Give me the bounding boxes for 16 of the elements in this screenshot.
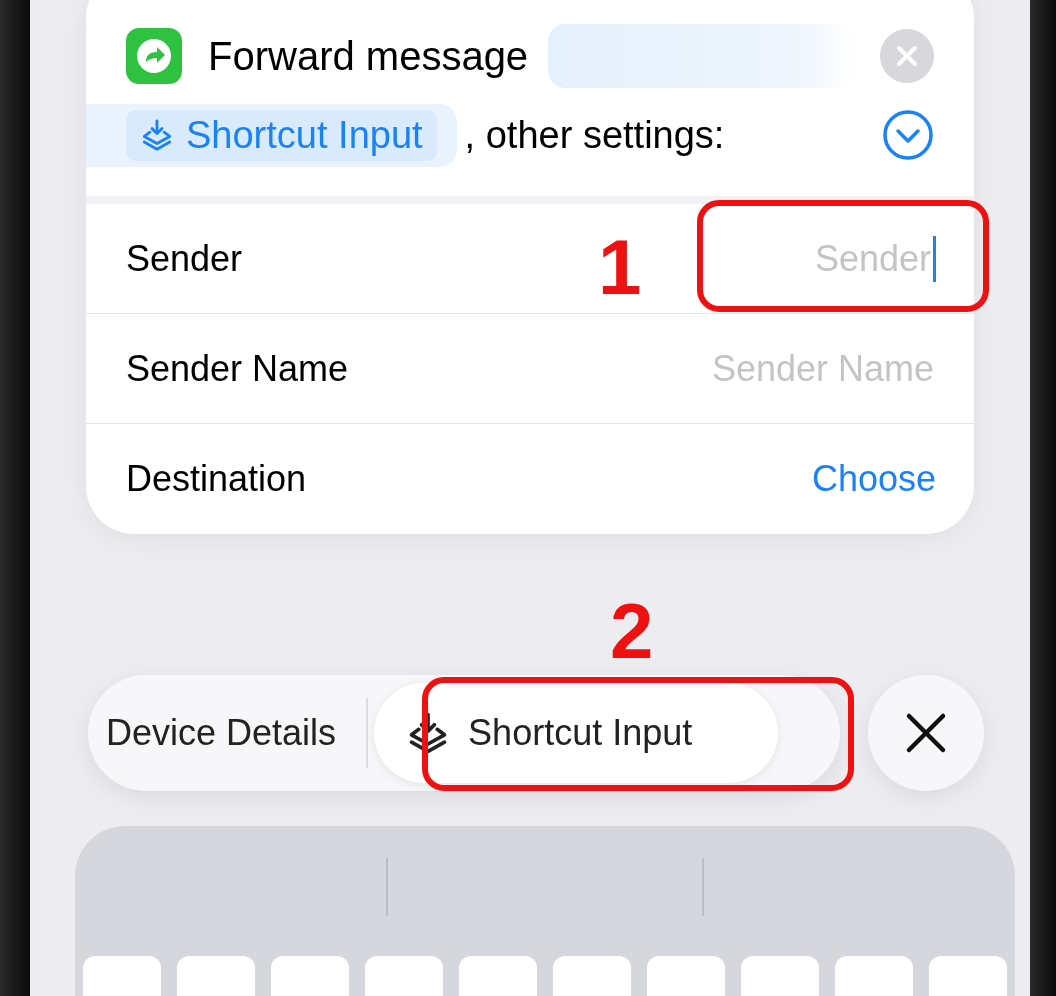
settings-text: , other settings: [464, 113, 726, 157]
variable-chip[interactable]: Device Details [88, 683, 367, 783]
variable-chip[interactable]: Shortcut Input [374, 683, 779, 783]
action-title: Forward message [208, 33, 529, 79]
text-field[interactable]: Sender Name [616, 346, 936, 391]
field-label: Sender Name [126, 347, 349, 390]
stack-arrow-icon [140, 118, 174, 152]
choose-link[interactable]: Choose [811, 458, 936, 500]
clear-icon[interactable] [880, 29, 934, 83]
field-label: Sender [126, 237, 243, 280]
text-caret [933, 235, 936, 282]
close-icon [905, 712, 947, 754]
chevron-icon[interactable] [882, 109, 934, 161]
annotation-number: 2 [610, 592, 654, 670]
annotation-number: 1 [598, 228, 642, 306]
field-label: Destination [126, 458, 307, 500]
